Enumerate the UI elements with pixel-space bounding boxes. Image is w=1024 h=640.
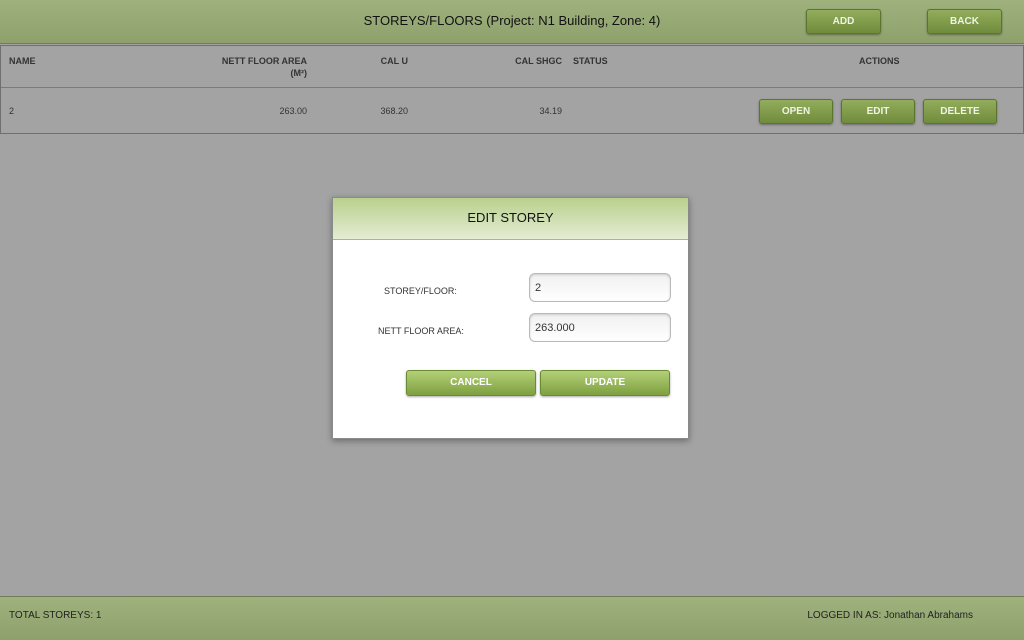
cell-name: 2 (9, 106, 15, 116)
storey-floor-input[interactable] (529, 273, 671, 302)
column-header-status: STATUS (573, 56, 608, 66)
cell-nett-floor-area: 263.00 (279, 106, 307, 116)
total-storeys: TOTAL STOREYS: 1 (9, 610, 102, 621)
column-header-nett-floor-area: NETT FLOOR AREA (221, 56, 307, 66)
storeys-table: NAME NETT FLOOR AREA (M²) CAL U CAL SHGC… (0, 45, 1024, 134)
top-bar: STOREYS/FLOORS (Project: N1 Building, Zo… (0, 0, 1024, 44)
column-header-cal-shgc: CAL SHGC (515, 56, 562, 66)
update-button[interactable]: UPDATE (540, 370, 670, 396)
bottom-bar: TOTAL STOREYS: 1 LOGGED IN AS: Jonathan … (0, 596, 1024, 640)
table-row: 2 263.00 368.20 34.19 OPEN EDIT DELETE (1, 88, 1023, 134)
column-header-unit: (M²) (290, 68, 308, 78)
add-button[interactable]: ADD (806, 9, 881, 34)
column-header-cal-u: CAL U (380, 56, 408, 66)
nett-floor-area-input[interactable] (529, 313, 671, 342)
storey-floor-label: STOREY/FLOOR: (384, 286, 457, 296)
edit-storey-dialog: EDIT STOREY STOREY/FLOOR: NETT FLOOR ARE… (332, 197, 689, 439)
column-header-actions: ACTIONS (859, 56, 900, 66)
cell-cal-shgc: 34.19 (539, 106, 562, 116)
open-button[interactable]: OPEN (759, 99, 833, 124)
edit-button[interactable]: EDIT (841, 99, 915, 124)
cancel-button[interactable]: CANCEL (406, 370, 536, 396)
delete-button[interactable]: DELETE (923, 99, 997, 124)
cell-cal-u: 368.20 (380, 106, 408, 116)
nett-floor-area-label: NETT FLOOR AREA: (378, 326, 464, 336)
column-header-name: NAME (9, 56, 36, 66)
dialog-title: EDIT STOREY (467, 210, 554, 225)
back-button[interactable]: BACK (927, 9, 1002, 34)
dialog-header: EDIT STOREY (333, 198, 688, 240)
logged-in-user: LOGGED IN AS: Jonathan Abrahams (807, 610, 973, 621)
table-header: NAME NETT FLOOR AREA (M²) CAL U CAL SHGC… (1, 46, 1023, 88)
